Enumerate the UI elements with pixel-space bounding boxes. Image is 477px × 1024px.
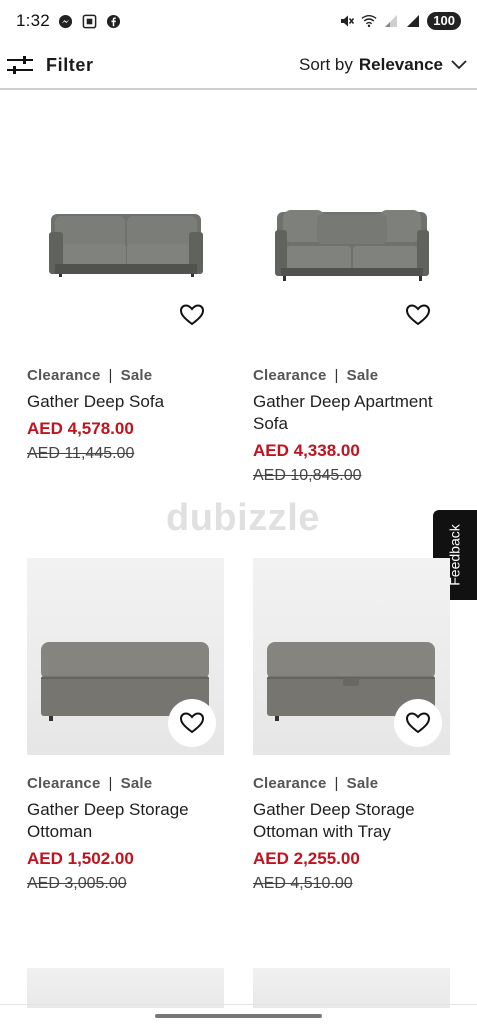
product-name[interactable]: Gather Deep Storage Ottoman with Tray	[253, 799, 450, 843]
wishlist-button[interactable]	[394, 291, 442, 339]
product-meta: Clearance | Sale Gather Deep Apartment Sof…	[253, 367, 450, 485]
product-badges: Clearance | Sale	[27, 775, 224, 792]
badge-separator: |	[334, 775, 339, 792]
wishlist-button[interactable]	[168, 699, 216, 747]
original-price: AED 10,845.00	[253, 467, 362, 484]
heart-icon	[179, 303, 205, 327]
product-name-line: Ottoman	[27, 822, 93, 841]
product-meta: Clearance | Sale Gather Deep Storage Ottom…	[253, 775, 450, 893]
filter-label: Filter	[46, 54, 94, 75]
product-image[interactable]	[27, 558, 224, 755]
status-bar: 1:32 100	[0, 0, 477, 42]
status-time: 1:32	[16, 11, 50, 30]
product-meta: Clearance | Sale Gather Deep Storage Ottom…	[27, 775, 224, 893]
sale-badge: Sale	[120, 775, 153, 792]
sort-value: Relevance	[358, 55, 443, 74]
next-product-image[interactable]	[27, 968, 224, 1008]
product-name[interactable]: Gather Deep Storage Ottoman	[27, 799, 224, 843]
mute-icon	[339, 13, 355, 29]
product-card[interactable]: Clearance | Sale Gather Deep Sofa AED 4,57…	[27, 150, 224, 463]
ghost-text	[110, 42, 114, 59]
screenshot-icon	[82, 13, 98, 29]
battery-indicator: 100	[427, 12, 461, 30]
product-badges: Clearance | Sale	[253, 775, 450, 792]
filter-sliders-icon	[6, 54, 34, 76]
clearance-badge: Clearance	[253, 367, 327, 384]
product-name-line: Ottoman with Tray	[253, 822, 391, 841]
clearance-badge: Clearance	[27, 775, 101, 792]
product-name-line: Gather Deep Sofa	[27, 392, 165, 411]
product-name[interactable]: Gather Deep Apartment Sofa	[253, 391, 450, 435]
filter-button[interactable]: Filter	[6, 45, 102, 85]
product-name-line: Sofa	[253, 414, 288, 433]
product-name-line: Gather Deep Storage	[253, 800, 415, 819]
sale-price: AED 2,255.00	[253, 849, 360, 868]
product-image[interactable]	[253, 558, 450, 755]
badge-separator: |	[108, 367, 113, 384]
original-price: AED 11,445.00	[27, 445, 135, 462]
signal-icon	[405, 13, 421, 29]
sale-badge: Sale	[346, 367, 379, 384]
sort-dropdown[interactable]: Sort by Relevance	[299, 45, 471, 85]
product-name-line: Gather Deep Apartment	[253, 392, 433, 411]
badge-separator: |	[334, 367, 339, 384]
nav-bar-divider	[0, 1004, 477, 1005]
sale-price: AED 1,502.00	[27, 849, 134, 868]
sale-badge: Sale	[120, 367, 153, 384]
product-badges: Clearance | Sale	[27, 367, 224, 384]
product-card[interactable]: Clearance | Sale Gather Deep Storage Ottom…	[253, 558, 450, 893]
product-image[interactable]	[27, 150, 224, 347]
facebook-icon	[106, 13, 122, 29]
sale-price: AED 4,338.00	[253, 441, 360, 460]
product-meta: Clearance | Sale Gather Deep Sofa AED 4,57…	[27, 367, 224, 463]
heart-icon	[179, 711, 205, 735]
chevron-down-icon	[449, 57, 469, 73]
wishlist-button[interactable]	[168, 291, 216, 339]
product-name[interactable]: Gather Deep Sofa	[27, 391, 224, 413]
wishlist-button[interactable]	[394, 699, 442, 747]
sale-price: AED 4,578.00	[27, 419, 134, 438]
clearance-badge: Clearance	[253, 775, 327, 792]
status-right: 100	[339, 12, 461, 30]
sort-prefix: Sort by	[299, 55, 353, 74]
clearance-badge: Clearance	[27, 367, 101, 384]
heart-icon	[405, 711, 431, 735]
home-indicator[interactable]	[155, 1014, 322, 1018]
original-price: AED 3,005.00	[27, 875, 127, 892]
watermark-logo: dubizzle	[166, 497, 320, 539]
heart-icon	[405, 303, 431, 327]
badge-separator: |	[108, 775, 113, 792]
product-card[interactable]: Clearance | Sale Gather Deep Apartment Sof…	[253, 150, 450, 485]
filter-sort-toolbar: Filter Sort by Relevance	[0, 42, 477, 90]
product-name-line: Gather Deep Storage	[27, 800, 189, 819]
status-left: 1:32	[16, 11, 122, 31]
sale-badge: Sale	[346, 775, 379, 792]
original-price: AED 4,510.00	[253, 875, 353, 892]
messenger-icon	[58, 13, 74, 29]
wifi-icon	[361, 13, 377, 29]
product-badges: Clearance | Sale	[253, 367, 450, 384]
next-product-image[interactable]	[253, 968, 450, 1008]
signal-icon	[383, 13, 399, 29]
product-card[interactable]: Clearance | Sale Gather Deep Storage Ottom…	[27, 558, 224, 893]
product-image[interactable]	[253, 150, 450, 347]
